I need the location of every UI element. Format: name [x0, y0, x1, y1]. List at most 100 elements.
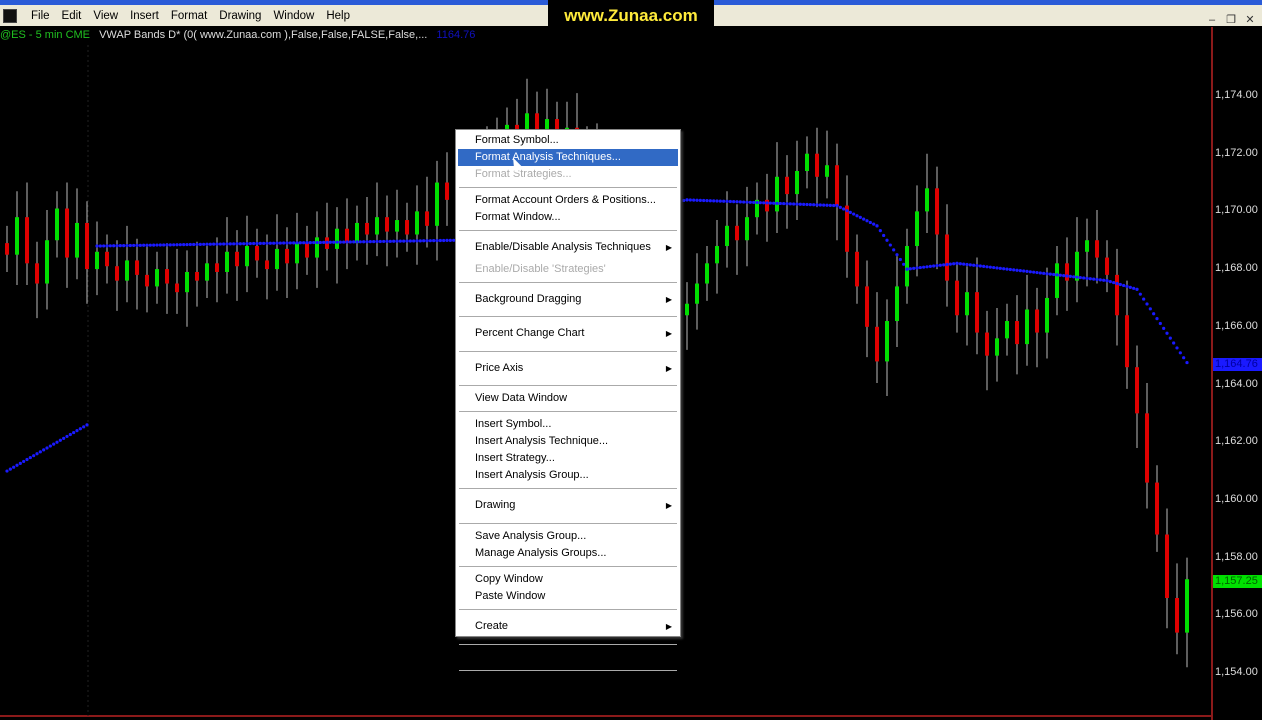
context-menu-item[interactable]: Append '@ES' to Custom Symbol List... — [458, 649, 678, 666]
vwap-band-dot — [48, 444, 52, 448]
candle-body — [235, 251, 239, 267]
context-menu-item[interactable]: Manage Analysis Groups... — [458, 545, 678, 562]
context-menu-item[interactable]: Create ▶ — [458, 614, 678, 640]
context-menu-item[interactable]: Insert Symbol... — [458, 416, 678, 433]
context-menu-item[interactable]: Insert Analysis Technique... — [458, 433, 678, 450]
vwap-dot — [1118, 282, 1122, 287]
vwap-dot — [975, 264, 979, 268]
vwap-dot — [145, 243, 149, 247]
vwap-dot — [698, 198, 702, 202]
vwap-dot — [715, 199, 719, 203]
context-menu-item[interactable]: Format Account Orders & Positions... — [458, 192, 678, 209]
context-menu-item[interactable]: View Data Window — [458, 390, 678, 407]
context-menu-item[interactable]: Format Window... — [458, 209, 678, 226]
vwap-dot — [1085, 276, 1089, 280]
candle-body — [1115, 274, 1119, 316]
y-tick-label: 1,170.00 — [1215, 204, 1258, 217]
vwap-dot — [1128, 285, 1132, 289]
vwap-dot — [115, 244, 119, 248]
candle-body — [1005, 321, 1009, 339]
menu-item-label: Enable/Disable 'Strategies' — [475, 262, 606, 275]
vwap-dot — [285, 241, 289, 245]
vwap-dot — [1165, 331, 1169, 335]
vwap-dot — [412, 239, 416, 243]
vwap-dot — [175, 243, 179, 247]
context-menu-item[interactable]: Background Dragging ▶ — [458, 287, 678, 313]
vwap-dot — [1135, 287, 1139, 291]
submenu-arrow-icon: ▶ — [665, 294, 672, 304]
vwap-dot — [855, 214, 859, 218]
context-menu-item[interactable]: Help — [458, 675, 678, 692]
vwap-dot — [822, 203, 826, 207]
vwap-dot — [992, 265, 996, 270]
vwap-dot — [388, 239, 392, 243]
vwap-dot — [752, 200, 756, 205]
vwap-dot — [812, 203, 816, 207]
vwap-dot — [1032, 270, 1036, 274]
candle-body — [1165, 534, 1169, 598]
vwap-dot — [432, 239, 436, 243]
context-menu-item[interactable]: Percent Change Chart ▶ — [458, 321, 678, 347]
vwap-dot — [308, 241, 312, 245]
vwap-dot — [735, 200, 739, 204]
vwap-dot — [148, 243, 152, 247]
vwap-dot — [422, 239, 426, 243]
candle-body — [305, 243, 309, 258]
vwap-dot — [235, 242, 239, 246]
vwap-dot — [352, 240, 356, 244]
context-menu-item[interactable]: Price Axis ▶ — [458, 356, 678, 382]
candle-body — [925, 188, 929, 212]
vwap-dot — [1155, 317, 1159, 321]
vwap-dot — [215, 242, 219, 246]
candle-body — [15, 217, 19, 255]
vwap-dot — [238, 242, 242, 246]
y-tick-label: 1,174.00 — [1215, 89, 1258, 101]
context-menu-item[interactable]: Drawing ▶ — [458, 493, 678, 519]
vwap-band-dot — [82, 425, 86, 429]
context-menu-item[interactable]: Paste Window — [458, 588, 678, 605]
candle-body — [1125, 315, 1129, 368]
candle-body — [405, 220, 409, 235]
vwap-dot — [358, 240, 362, 244]
vwap-dot — [375, 239, 379, 244]
menu-separator — [459, 350, 677, 352]
vwap-dot — [1082, 276, 1086, 280]
context-menu-item[interactable]: Enable/Disable Analysis Techniques ▶ — [458, 235, 678, 261]
context-menu-item[interactable]: Format Analysis Techniques... — [458, 149, 678, 166]
vwap-dot — [995, 266, 999, 270]
candle-body — [335, 228, 339, 249]
vwap-dot — [782, 201, 786, 206]
vwap-dot — [1028, 270, 1032, 274]
vwap-dot — [1172, 341, 1176, 345]
vwap-dot — [355, 240, 359, 244]
vwap-dot — [1008, 267, 1012, 272]
vwap-dot — [95, 244, 99, 248]
vwap-dot — [848, 210, 852, 214]
context-menu-item[interactable]: Save Analysis Group... — [458, 528, 678, 545]
vwap-band-dot — [42, 448, 46, 452]
vwap-dot — [765, 201, 769, 205]
vwap-dot — [722, 199, 726, 203]
candle-body — [25, 217, 29, 264]
menu-item-label: Price Axis — [475, 361, 524, 374]
vwap-dot — [832, 203, 836, 208]
candle-body — [695, 283, 699, 304]
vwap-dot — [1015, 268, 1019, 272]
context-menu-item[interactable]: Copy Window — [458, 571, 678, 588]
context-menu-item[interactable]: Insert Strategy... — [458, 450, 678, 467]
y-tick-label: 1,160.00 — [1215, 492, 1258, 505]
context-menu-item[interactable]: Format Symbol... — [458, 132, 678, 149]
vwap-dot — [935, 264, 939, 268]
y-tick-label: 1,168.00 — [1215, 262, 1258, 275]
vwap-dot — [905, 267, 909, 271]
candle-body — [775, 176, 779, 212]
candle-body — [1085, 240, 1089, 252]
candle-body — [75, 222, 79, 258]
vwap-dot — [198, 242, 202, 246]
vwap-dot — [728, 199, 732, 204]
candle-body — [225, 251, 229, 272]
vwap-dot — [208, 242, 212, 246]
menu-item-label: Format Analysis Techniques... — [475, 151, 621, 163]
context-menu-item[interactable]: Insert Analysis Group... — [458, 467, 678, 484]
candle-body — [295, 243, 299, 264]
